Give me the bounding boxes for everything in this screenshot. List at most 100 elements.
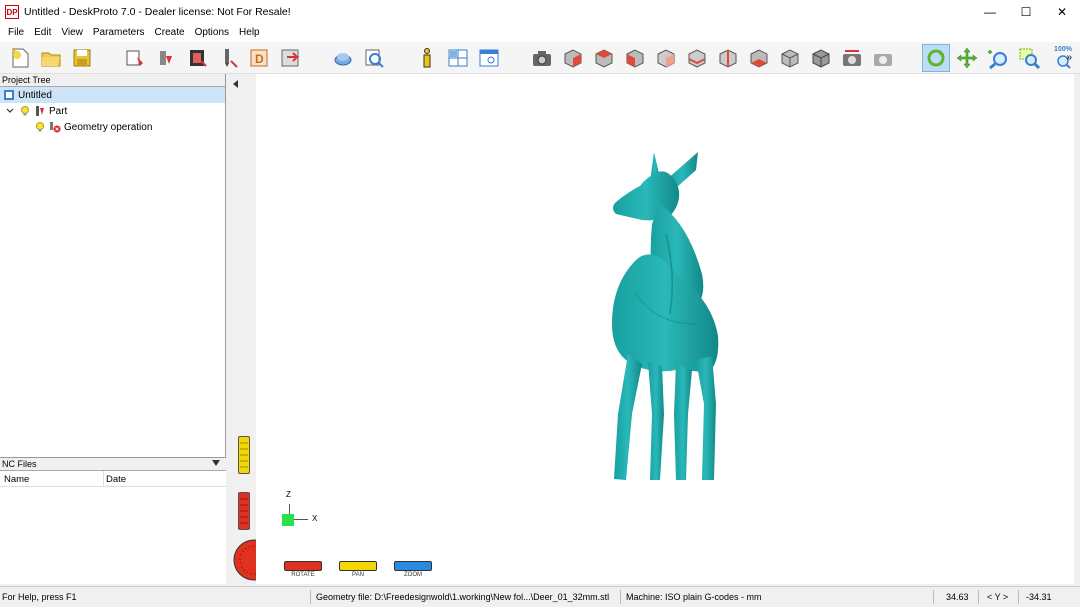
part-params-icon[interactable] (152, 44, 180, 72)
axis-x-label: X (312, 514, 318, 523)
status-divider (933, 590, 934, 604)
status-x-value: 34.63 (946, 592, 969, 602)
nc-files-title: NC Files (2, 459, 37, 469)
pan-dial-label: PAN (352, 572, 364, 578)
view-front-icon[interactable] (621, 44, 649, 72)
column-divider[interactable] (103, 471, 104, 487)
nc-files-columns: Name Date (0, 471, 226, 487)
view-right-icon[interactable] (714, 44, 742, 72)
tree-item-part[interactable]: Part (0, 103, 225, 119)
axis-z-label: Z (286, 490, 291, 499)
camera-icon[interactable] (528, 44, 556, 72)
pan-mode-icon[interactable] (953, 44, 981, 72)
menu-file[interactable]: File (3, 24, 29, 42)
nc-files-header: NC Files (0, 458, 226, 471)
column-header-name[interactable]: Name (4, 474, 29, 485)
menu-help[interactable]: Help (234, 24, 265, 42)
status-divider (620, 590, 621, 604)
zoom-window-icon[interactable] (1015, 44, 1043, 72)
menu-edit[interactable]: Edit (29, 24, 56, 42)
menu-bar: File Edit View Parameters Create Options… (0, 24, 1080, 42)
nc-files-panel: NC Files Name Date (0, 457, 226, 584)
tree-item-label: Geometry operation (64, 121, 153, 133)
rotate-dial[interactable]: ROTATE (284, 561, 322, 578)
menu-parameters[interactable]: Parameters (88, 24, 150, 42)
view-bottom-icon[interactable] (745, 44, 773, 72)
zoom-dial-label: ZOOM (404, 572, 422, 578)
project-icon (3, 89, 15, 101)
status-geometry-file: Geometry file: D:\Freedesignwold\1.worki… (316, 592, 610, 602)
dial-strip: ROTATE PAN ZOOM (256, 558, 1074, 584)
maximize-button[interactable]: ☐ (1008, 0, 1044, 24)
pan-vertical-dial[interactable] (238, 436, 250, 474)
save-icon[interactable] (68, 44, 96, 72)
view-grey-cube-icon[interactable] (776, 44, 804, 72)
rotate-dial-bar[interactable] (284, 561, 322, 571)
status-divider (978, 590, 979, 604)
drawing-icon[interactable]: D (245, 44, 273, 72)
project-params-icon[interactable] (121, 44, 149, 72)
zoom-100-button[interactable]: 100% (1046, 44, 1080, 72)
lightbulb-icon[interactable] (34, 121, 46, 133)
export-icon[interactable] (276, 44, 304, 72)
operation-params-icon[interactable] (183, 44, 211, 72)
title-bar: DP Untitled - DeskProto 7.0 - Dealer lic… (0, 0, 1080, 24)
chevron-down-icon[interactable] (212, 460, 220, 466)
simulation-icon[interactable] (329, 44, 357, 72)
tree-item-label: Untitled (18, 89, 52, 101)
menu-view[interactable]: View (56, 24, 88, 42)
status-bar: For Help, press F1 Geometry file: D:\Fre… (0, 586, 1080, 607)
status-axis-label: < Y > (987, 592, 1009, 602)
collapse-arrow-icon[interactable] (232, 80, 240, 88)
status-divider (1018, 590, 1019, 604)
tree-item-geometry-operation[interactable]: Geometry operation (0, 119, 225, 135)
view-camera-alt-icon[interactable] (869, 44, 897, 72)
status-divider (310, 590, 311, 604)
close-button[interactable]: ✕ (1044, 0, 1080, 24)
menu-options[interactable]: Options (190, 24, 234, 42)
new-file-icon[interactable] (6, 44, 34, 72)
view-reset-icon[interactable] (838, 44, 866, 72)
status-machine: Machine: ISO plain G-codes - mm (626, 592, 762, 602)
tool-icon[interactable] (214, 44, 242, 72)
app-logo-icon: DP (5, 5, 19, 19)
left-panel: Project Tree Untitled Part Geometry oper… (0, 74, 226, 584)
info-icon[interactable] (413, 44, 441, 72)
view-iso-icon[interactable] (559, 44, 587, 72)
operation-error-icon (49, 121, 61, 133)
3d-viewport[interactable]: Z X (256, 74, 1074, 558)
tree-item-untitled[interactable]: Untitled (0, 87, 225, 103)
view-left-icon[interactable] (683, 44, 711, 72)
svg-text:D: D (255, 52, 264, 66)
lightbulb-icon[interactable] (19, 105, 31, 117)
zoom-dial-bar[interactable] (394, 561, 432, 571)
column-header-date[interactable]: Date (106, 474, 126, 485)
layout-icon[interactable] (444, 44, 472, 72)
part-icon (34, 105, 46, 117)
view-window-icon[interactable] (475, 44, 503, 72)
deer-model (612, 152, 719, 480)
view-solid-cube-icon[interactable] (807, 44, 835, 72)
open-folder-icon[interactable] (37, 44, 65, 72)
zoom-dial[interactable]: ZOOM (394, 561, 432, 578)
menu-create[interactable]: Create (150, 24, 190, 42)
tree-item-label: Part (49, 105, 68, 117)
main-toolbar: D 100% » (0, 42, 1080, 74)
toolbar-overflow-icon[interactable]: » (1066, 52, 1072, 63)
pan-dial[interactable]: PAN (339, 561, 377, 578)
view-top-icon[interactable] (590, 44, 618, 72)
rotate-vertical-dial[interactable] (238, 492, 250, 530)
window-controls: — ☐ ✕ (972, 0, 1080, 24)
window-title: Untitled - DeskProto 7.0 - Dealer licens… (24, 6, 291, 18)
zoom-mode-icon[interactable] (984, 44, 1012, 72)
rotate-mode-icon[interactable] (922, 43, 950, 72)
status-y-value: -34.31 (1026, 592, 1052, 602)
view-back-icon[interactable] (652, 44, 680, 72)
expand-chevron-icon[interactable] (4, 105, 16, 117)
status-help-text: For Help, press F1 (2, 592, 77, 602)
pan-dial-bar[interactable] (339, 561, 377, 571)
rotate-dial-label: ROTATE (291, 572, 315, 578)
minimize-button[interactable]: — (972, 0, 1008, 24)
preview-icon[interactable] (360, 44, 388, 72)
axis-indicator: Z X (282, 488, 332, 538)
